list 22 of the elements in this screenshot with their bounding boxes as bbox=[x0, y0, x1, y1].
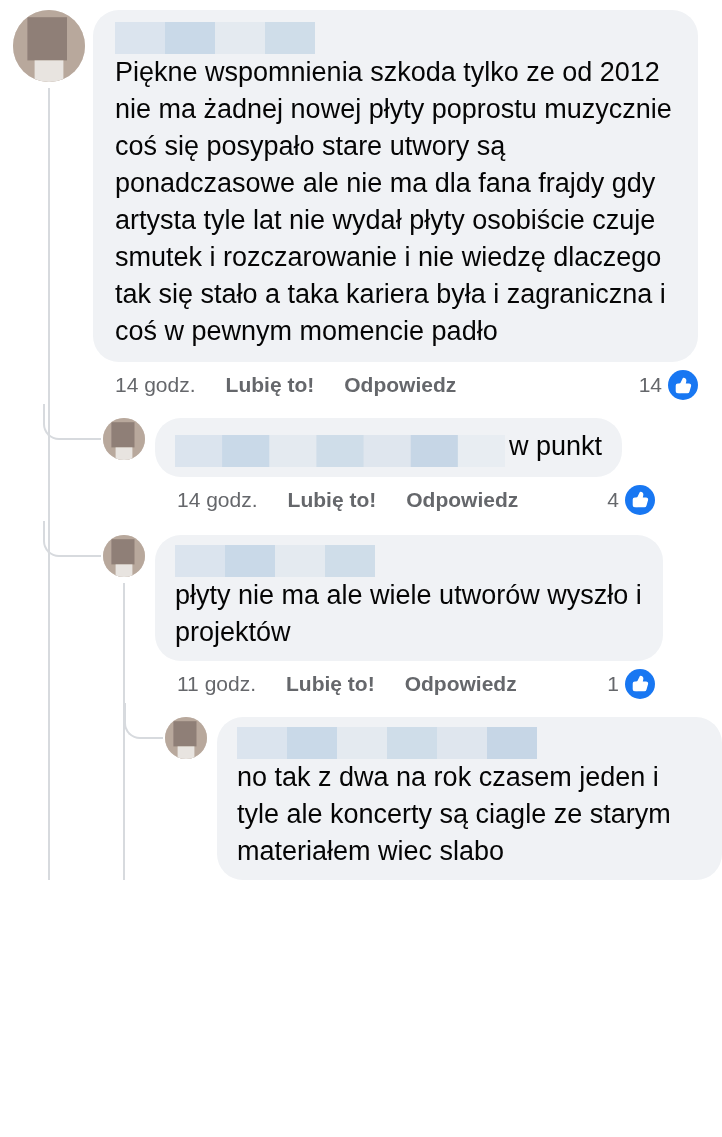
avatar[interactable] bbox=[103, 534, 145, 577]
timestamp: 14 godz. bbox=[115, 373, 196, 397]
like-link[interactable]: Lubię to! bbox=[287, 487, 377, 512]
like-reaction-icon bbox=[668, 370, 698, 400]
reaction-count: 4 bbox=[607, 487, 619, 512]
reply-link[interactable]: Odpowiedz bbox=[406, 487, 519, 512]
comment-text: no tak z dwa na rok czasem jeden i tyle ale koncerty są ciagle ze starym materiałem wiec slabo bbox=[237, 761, 671, 866]
like-link[interactable]: Lubię to! bbox=[286, 671, 375, 696]
reaction-count: 1 bbox=[607, 671, 619, 696]
avatar[interactable] bbox=[103, 418, 145, 460]
like-reaction-icon bbox=[625, 484, 655, 515]
reply-link[interactable]: Odpowiedz bbox=[344, 373, 457, 397]
comment-text: w punkt bbox=[509, 431, 603, 461]
timestamp: 14 godz. bbox=[177, 487, 258, 512]
like-reaction-icon bbox=[625, 668, 655, 699]
timestamp: 11 godz. bbox=[177, 671, 256, 696]
comment-text: płyty nie ma ale wiele utworów wyszło i projektów bbox=[175, 579, 642, 647]
comment-text: Piękne wspomnienia szkoda tylko ze od 2012 nie ma żadnej nowej płyty poprostu muzycznie coś się posypało stare utwory są ponadczasowe ale nie ma dla fana frajdy gdy artysta tyle lat nie wydał płyty osobiście czuje smutek i rozczarowanie i nie wiedzę dlaczego tak się stało a taka kariera była i zagraniczna i coś w pewnym momencie padło bbox=[115, 57, 672, 346]
avatar[interactable] bbox=[165, 716, 207, 759]
reply-link[interactable]: Odpowiedz bbox=[404, 671, 517, 696]
reaction-count: 14 bbox=[638, 373, 662, 397]
like-link[interactable]: Lubię to! bbox=[225, 373, 315, 397]
